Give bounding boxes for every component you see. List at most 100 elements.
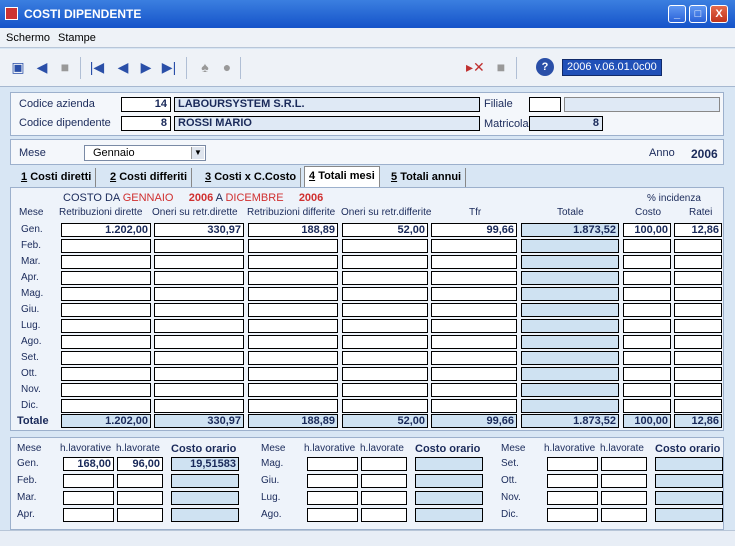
h-lavorative-cell[interactable]: [307, 491, 358, 505]
tab-totali-mesi[interactable]: 4 Totali mesi: [304, 166, 380, 188]
month-cell[interactable]: [154, 239, 244, 253]
month-cell[interactable]: [674, 351, 722, 365]
month-cell[interactable]: [342, 287, 428, 301]
month-cell[interactable]: [521, 351, 619, 365]
help-icon[interactable]: ?: [536, 58, 554, 76]
delete-icon[interactable]: ▸✕: [466, 58, 485, 76]
h-lavorate-cell[interactable]: [117, 508, 163, 522]
month-cell[interactable]: [248, 367, 338, 381]
h-lavorative-cell[interactable]: [307, 508, 358, 522]
h-lavorative-cell[interactable]: [307, 474, 358, 488]
month-cell[interactable]: [248, 351, 338, 365]
h-lavorative-cell[interactable]: 168,00: [63, 457, 114, 471]
month-cell[interactable]: [521, 255, 619, 269]
costo-orario-cell[interactable]: 19,51583: [171, 457, 239, 471]
month-cell[interactable]: [61, 319, 151, 333]
month-cell[interactable]: [61, 287, 151, 301]
month-cell[interactable]: [61, 303, 151, 317]
next-record-icon[interactable]: ▶: [137, 58, 155, 76]
month-cell[interactable]: [623, 383, 671, 397]
month-cell[interactable]: [674, 255, 722, 269]
month-cell[interactable]: [61, 271, 151, 285]
month-cell[interactable]: [431, 351, 517, 365]
codice-azienda-field[interactable]: 14: [121, 97, 171, 112]
month-cell[interactable]: [61, 399, 151, 413]
h-lavorate-cell[interactable]: [361, 474, 407, 488]
month-cell[interactable]: [154, 271, 244, 285]
month-cell[interactable]: [431, 287, 517, 301]
month-cell[interactable]: [521, 383, 619, 397]
month-cell[interactable]: [248, 287, 338, 301]
month-cell[interactable]: 99,66: [431, 223, 517, 237]
mese-select[interactable]: Gennaio ▼: [84, 145, 206, 161]
month-cell[interactable]: 1.202,00: [61, 223, 151, 237]
month-cell[interactable]: [154, 319, 244, 333]
filiale-field[interactable]: [529, 97, 561, 112]
month-cell[interactable]: [154, 255, 244, 269]
h-lavorate-cell[interactable]: [601, 457, 647, 471]
month-cell[interactable]: [248, 319, 338, 333]
h-lavorative-cell[interactable]: [63, 474, 114, 488]
costo-orario-cell[interactable]: [171, 474, 239, 488]
month-cell[interactable]: [248, 271, 338, 285]
month-cell[interactable]: [674, 287, 722, 301]
h-lavorate-cell[interactable]: [117, 474, 163, 488]
month-cell[interactable]: [342, 255, 428, 269]
month-cell[interactable]: [154, 383, 244, 397]
menu-stampe[interactable]: Stampe: [58, 32, 96, 44]
month-cell[interactable]: [342, 303, 428, 317]
h-lavorative-cell[interactable]: [547, 491, 598, 505]
month-cell[interactable]: [248, 255, 338, 269]
h-lavorative-cell[interactable]: [547, 508, 598, 522]
h-lavorate-cell[interactable]: [601, 508, 647, 522]
month-cell[interactable]: [61, 367, 151, 381]
h-lavorate-cell[interactable]: [117, 491, 163, 505]
month-cell[interactable]: [674, 399, 722, 413]
month-cell[interactable]: [674, 271, 722, 285]
costo-orario-cell[interactable]: [415, 491, 483, 505]
month-cell[interactable]: [521, 319, 619, 333]
h-lavorative-cell[interactable]: [63, 491, 114, 505]
month-cell[interactable]: [431, 367, 517, 381]
month-cell[interactable]: [342, 351, 428, 365]
h-lavorative-cell[interactable]: [307, 457, 358, 471]
maximize-button[interactable]: □: [689, 5, 707, 23]
month-cell[interactable]: [674, 239, 722, 253]
h-lavorate-cell[interactable]: [361, 457, 407, 471]
month-cell[interactable]: [521, 335, 619, 349]
previous-record-icon[interactable]: ◀: [114, 58, 132, 76]
costo-orario-cell[interactable]: [171, 508, 239, 522]
month-cell[interactable]: [248, 335, 338, 349]
month-cell[interactable]: [623, 239, 671, 253]
month-cell[interactable]: [154, 335, 244, 349]
back-icon[interactable]: ◀: [33, 58, 51, 76]
costo-orario-cell[interactable]: [171, 491, 239, 505]
month-cell[interactable]: [248, 399, 338, 413]
h-lavorative-cell[interactable]: [63, 508, 114, 522]
month-cell[interactable]: [623, 399, 671, 413]
month-cell[interactable]: [342, 239, 428, 253]
month-cell[interactable]: [623, 335, 671, 349]
month-cell[interactable]: [342, 335, 428, 349]
close-button[interactable]: X: [710, 5, 728, 23]
save-icon[interactable]: ▣: [9, 58, 27, 76]
month-cell[interactable]: [623, 255, 671, 269]
tab-costi-diretti[interactable]: 1 Costi diretti: [17, 168, 97, 187]
magnifier-icon[interactable]: ●: [218, 58, 236, 76]
month-cell[interactable]: [521, 367, 619, 381]
month-cell[interactable]: 52,00: [342, 223, 428, 237]
month-cell[interactable]: [521, 271, 619, 285]
month-cell[interactable]: [342, 271, 428, 285]
h-lavorative-cell[interactable]: [547, 457, 598, 471]
month-cell[interactable]: [61, 255, 151, 269]
month-cell[interactable]: [154, 287, 244, 301]
month-cell[interactable]: [521, 399, 619, 413]
month-cell[interactable]: [154, 367, 244, 381]
month-cell[interactable]: [248, 383, 338, 397]
month-cell[interactable]: [623, 287, 671, 301]
chevron-down-icon[interactable]: ▼: [191, 147, 204, 159]
h-lavorate-cell[interactable]: [361, 491, 407, 505]
codice-dipendente-field[interactable]: 8: [121, 116, 171, 131]
minimize-button[interactable]: _: [668, 5, 686, 23]
month-cell[interactable]: [342, 383, 428, 397]
